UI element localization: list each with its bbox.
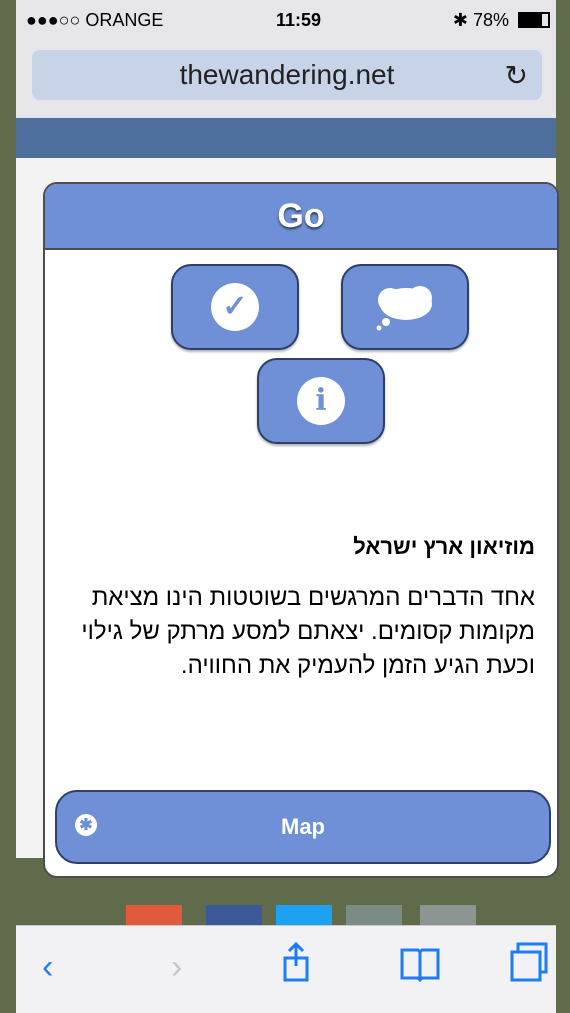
card-header: Go (45, 184, 557, 250)
info-button[interactable]: i (257, 358, 385, 444)
carrier-text: ●●●○○ ORANGE (26, 10, 164, 30)
status-bar: ●●●○○ ORANGE 11:59 ✱ 78% (16, 0, 556, 40)
map-button[interactable]: ✱ Map (55, 790, 551, 864)
share-row (16, 905, 556, 925)
url-text: thewandering.net (179, 59, 395, 90)
thought-button[interactable] (341, 264, 469, 350)
address-bar-area: thewandering.net ↻ (16, 40, 556, 118)
info-icon: i (297, 377, 345, 425)
clock: 11:59 (276, 10, 322, 30)
status-right: ✱ 78% (453, 10, 550, 31)
gear-icon: ✱ (75, 814, 97, 836)
print-icon[interactable] (420, 905, 476, 925)
museum-description: אחד הדברים המרגשים בשוטטות הינו מציאת מק… (81, 584, 535, 679)
bluetooth-icon: ✱ (452, 10, 468, 30)
check-button[interactable]: ✓ (171, 264, 299, 350)
plus-share-icon[interactable] (126, 905, 182, 925)
go-card: Go ✓ i מוזיאון ארץ ישראל אחד הדברים המרג… (43, 182, 559, 878)
facebook-icon[interactable] (206, 905, 262, 925)
battery-icon (518, 12, 550, 28)
frame-left (0, 0, 16, 1012)
browser-toolbar: ‹ › (16, 925, 556, 1013)
card-title: Go (277, 196, 325, 235)
back-icon[interactable]: ‹ (42, 948, 53, 987)
check-icon: ✓ (211, 283, 259, 331)
page-content: Go ✓ i מוזיאון ארץ ישראל אחד הדברים המרג… (16, 158, 559, 878)
museum-heading: מוזיאון ארץ ישראל (353, 534, 535, 559)
address-bar[interactable]: thewandering.net ↻ (32, 50, 542, 100)
reload-icon[interactable]: ↻ (505, 59, 528, 92)
share-icon[interactable] (282, 940, 310, 993)
site-header-band (16, 118, 556, 158)
phone-screen: ●●●○○ ORANGE 11:59 ✱ 78% thewandering.ne… (0, 0, 570, 1013)
map-label: Map (281, 814, 325, 839)
email-icon[interactable] (346, 905, 402, 925)
forward-icon[interactable]: › (171, 948, 182, 987)
tabs-icon[interactable] (508, 940, 552, 993)
bookmarks-icon[interactable] (398, 944, 442, 993)
twitter-icon[interactable] (276, 905, 332, 925)
thought-bubble-icon (376, 286, 432, 331)
battery-text: 78% (472, 10, 509, 30)
